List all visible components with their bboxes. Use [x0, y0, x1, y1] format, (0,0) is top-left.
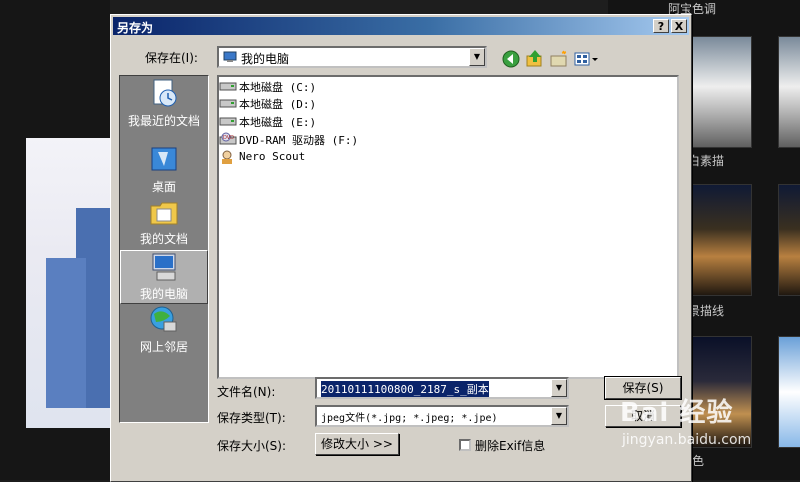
file-name: 本地磁盘 (E:): [239, 116, 317, 129]
file-name: Nero Scout: [239, 150, 306, 163]
dialog-titlebar[interactable]: 另存为 ? X: [113, 17, 689, 35]
effect-thumbnail[interactable]: [690, 36, 752, 148]
place-desktop[interactable]: 桌面: [120, 144, 208, 198]
places-bar: 我最近的文档 桌面 我的文档 我的电脑 网上邻居: [119, 75, 209, 423]
baidu-watermark: Bai 经验 jingyan.baidu.com: [620, 384, 800, 480]
dialog-title: 另存为: [117, 21, 154, 35]
chevron-down-icon[interactable]: ▼: [551, 379, 567, 397]
place-label: 我最近的文档: [127, 114, 200, 128]
file-name: DVD-RAM 驱动器 (F:): [239, 134, 359, 147]
save-as-dialog: 另存为 ? X 保存在(I): 我的电脑 ▼ 我最近的文档 桌面 我的文档 我的…: [110, 14, 692, 482]
my-computer-icon: [149, 251, 181, 283]
hard-drive-icon: [219, 79, 237, 93]
save-in-value: 我的电脑: [241, 52, 290, 66]
view-menu-icon[interactable]: [573, 49, 601, 69]
effect-thumbnail[interactable]: [778, 184, 800, 296]
place-my-documents[interactable]: 我的文档: [120, 196, 208, 250]
file-list[interactable]: 本地磁盘 (C:) 本地磁盘 (D:) 本地磁盘 (E:) DVD DVD-RA…: [217, 75, 679, 379]
place-label: 我的电脑: [139, 287, 188, 301]
place-label: 网上邻居: [139, 340, 188, 354]
filetype-label: 保存类型(T):: [217, 411, 286, 425]
nero-scout-icon: [219, 150, 237, 164]
file-name: 本地磁盘 (D:): [239, 98, 317, 111]
chevron-down-icon[interactable]: ▼: [469, 48, 485, 66]
place-label: 我的文档: [139, 232, 188, 246]
save-in-dropdown[interactable]: 我的电脑 ▼: [217, 46, 487, 68]
place-recent-documents[interactable]: 我最近的文档: [120, 78, 208, 132]
effect-thumbnail[interactable]: [690, 184, 752, 296]
new-folder-icon[interactable]: [549, 49, 569, 69]
filename-value: 20110111100800_2187_s_副本: [321, 381, 489, 397]
svg-text:DVD: DVD: [223, 135, 234, 141]
save-in-label: 保存在(I):: [145, 51, 198, 65]
dvd-drive-icon: DVD: [219, 132, 237, 146]
filetype-value: jpeg文件(*.jpg; *.jpeg; *.jpe): [321, 413, 498, 424]
watermark-logo-text: Bai 经验: [620, 398, 734, 428]
place-my-computer[interactable]: 我的电脑: [120, 250, 208, 304]
desktop-icon: [148, 144, 180, 176]
delete-exif-checkbox[interactable]: [459, 439, 471, 451]
chevron-down-icon[interactable]: ▼: [551, 407, 567, 425]
back-icon[interactable]: [501, 49, 521, 69]
close-button[interactable]: X: [671, 19, 687, 33]
delete-exif-label: 删除Exif信息: [475, 439, 546, 453]
place-label: 桌面: [151, 180, 176, 194]
watermark-url: jingyan.baidu.com: [622, 432, 752, 448]
hard-drive-icon: [219, 114, 237, 128]
up-folder-icon[interactable]: [525, 49, 545, 69]
my-computer-icon: [223, 51, 237, 63]
network-places-icon: [148, 304, 180, 336]
file-name: 本地磁盘 (C:): [239, 81, 317, 94]
filesize-label: 保存大小(S):: [217, 439, 287, 453]
resize-button[interactable]: 修改大小 >>: [315, 433, 399, 455]
help-button[interactable]: ?: [653, 19, 669, 33]
effect-thumbnail[interactable]: [778, 36, 800, 148]
filetype-dropdown[interactable]: jpeg文件(*.jpg; *.jpeg; *.jpe) ▼: [315, 405, 569, 427]
place-network[interactable]: 网上邻居: [120, 304, 208, 358]
hard-drive-icon: [219, 96, 237, 110]
my-documents-icon: [148, 196, 180, 228]
filename-label: 文件名(N):: [217, 385, 276, 399]
recent-documents-icon: [148, 78, 180, 110]
filename-input[interactable]: 20110111100800_2187_s_副本 ▼: [315, 377, 569, 399]
